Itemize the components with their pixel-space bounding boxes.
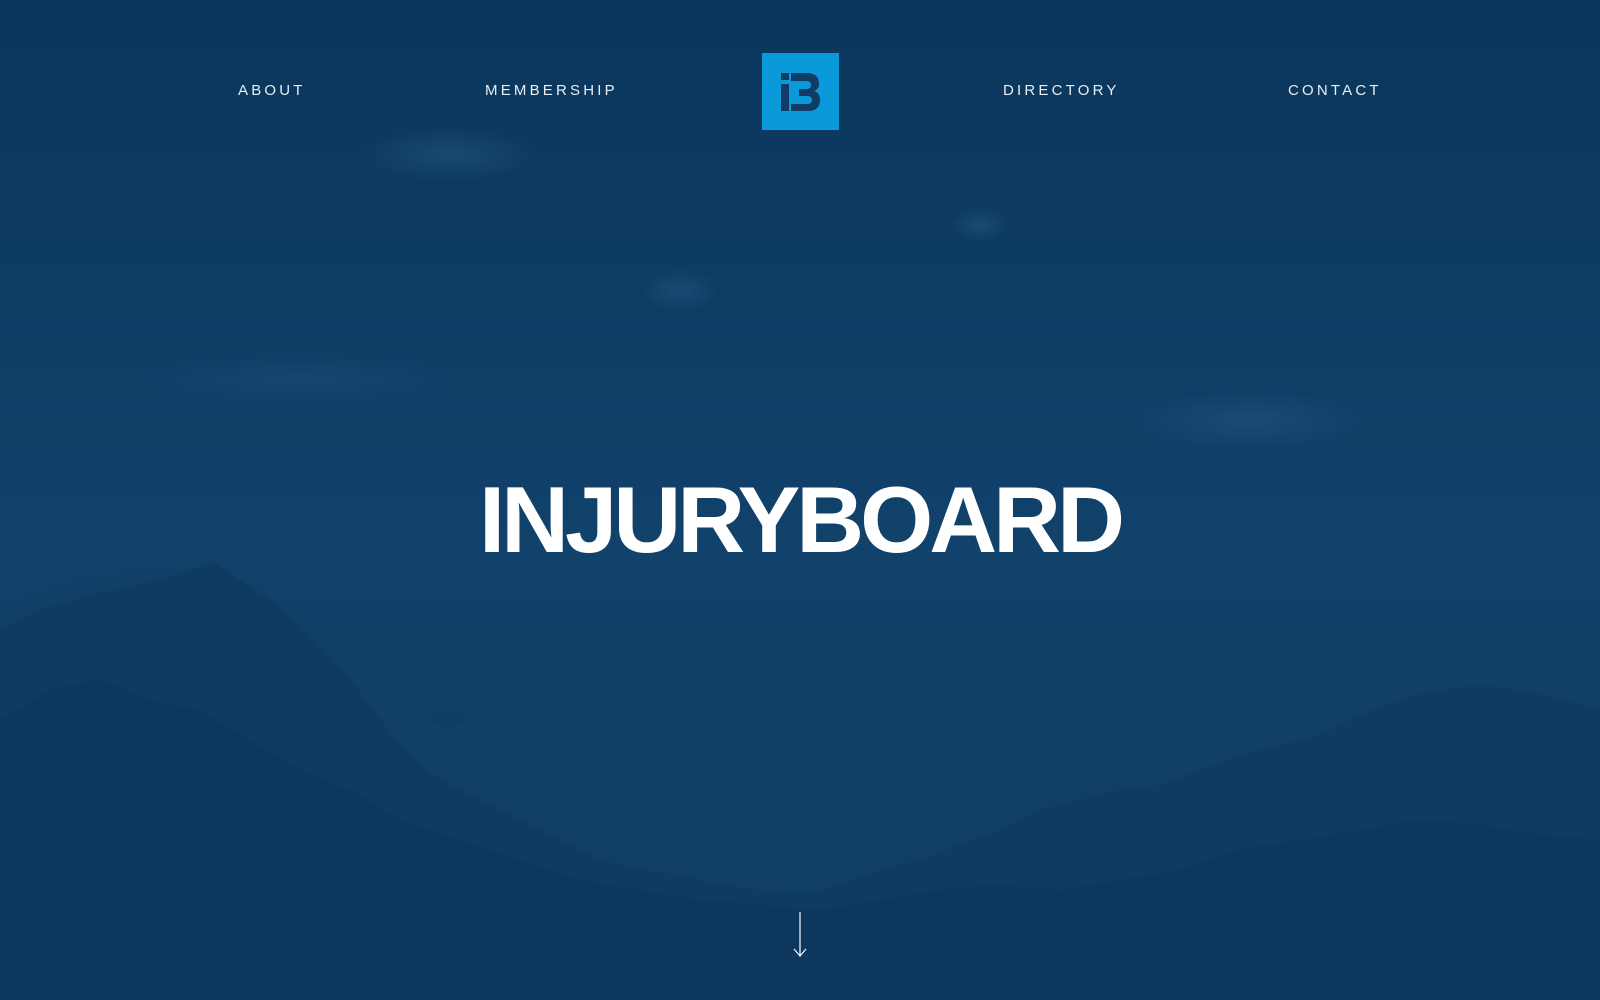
scroll-down-button[interactable]	[789, 910, 811, 960]
hero-section: ABOUT MEMBERSHIP DIRECTORY CONTACT INJUR…	[0, 0, 1600, 1000]
ib-logo-icon	[762, 53, 839, 130]
nav-contact[interactable]: CONTACT	[1288, 80, 1382, 102]
nav-directory[interactable]: DIRECTORY	[1003, 80, 1120, 102]
hero-title: INJURYBOARD	[479, 467, 1125, 572]
arrow-down-icon	[793, 912, 807, 957]
nav-about[interactable]: ABOUT	[238, 80, 306, 102]
logo[interactable]	[762, 53, 839, 130]
nav-membership[interactable]: MEMBERSHIP	[485, 80, 618, 102]
